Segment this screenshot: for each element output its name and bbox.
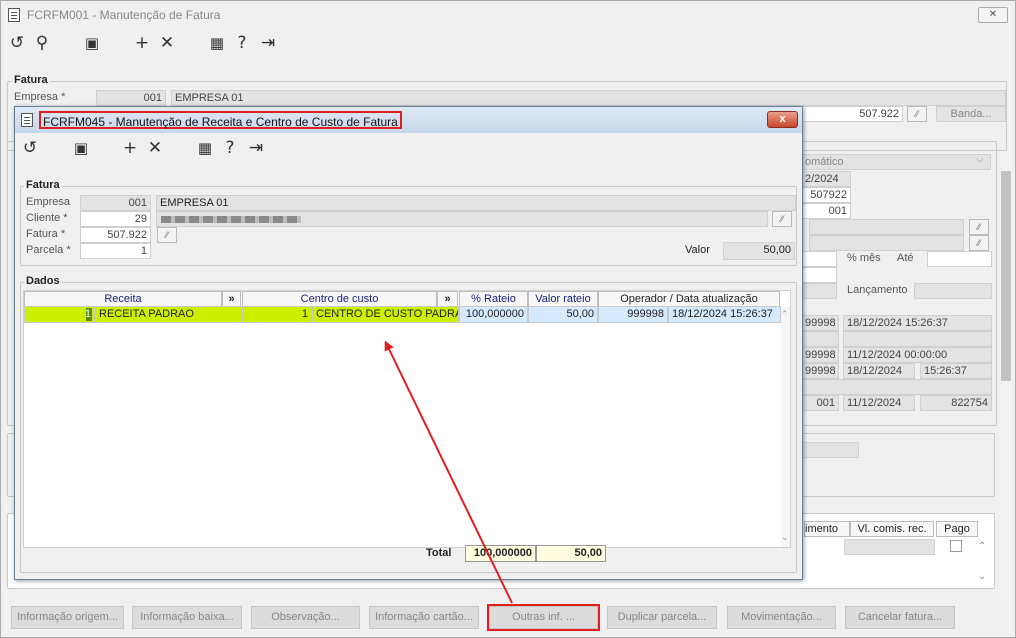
annotation-arrow [384, 340, 513, 604]
arrow-line [384, 340, 513, 604]
